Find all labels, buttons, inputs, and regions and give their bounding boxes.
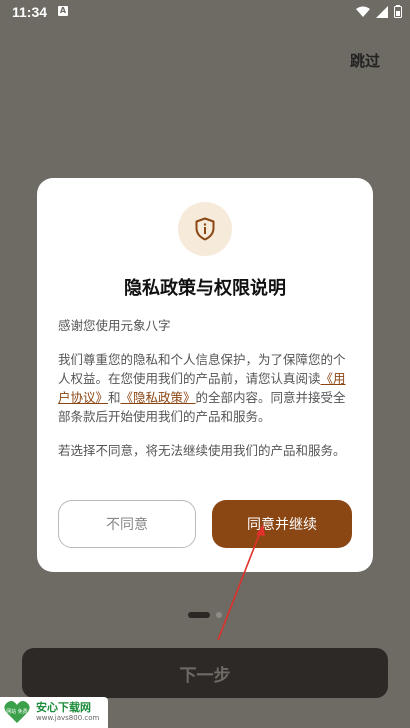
dialog-icon-badge (178, 202, 232, 256)
page-dot (216, 612, 222, 618)
status-time: 11:34 (12, 4, 48, 20)
status-bar: 11:34 A (0, 0, 410, 24)
privacy-dialog: 隐私政策与权限说明 感谢您使用元象八字 我们尊重您的隐私和个人信息保护，为了保障… (37, 178, 373, 572)
greeting-text: 感谢您使用元象八字 (58, 318, 171, 333)
svg-text:网站 免费: 网站 免费 (6, 708, 28, 715)
next-step-button[interactable]: 下一步 (22, 648, 388, 698)
dialog-body: 感谢您使用元象八字 我们尊重您的隐私和个人信息保护，为了保障您的个人权益。在您使… (58, 316, 354, 475)
battery-icon (394, 5, 402, 18)
decline-button[interactable]: 不同意 (58, 500, 196, 548)
disagree-note: 若选择不同意，将无法继续使用我们的产品和服务。 (58, 443, 346, 458)
policy-text-prefix: 我们尊重您的隐私和个人信息保护，为了保障您的个人权益。在您使用我们的产品前，请您… (58, 352, 346, 386)
heart-logo-icon: 网站 免费 (4, 701, 30, 723)
skip-link[interactable]: 跳过 (350, 50, 380, 71)
watermark: 网站 免费 安心下载网 www.javs800.com (0, 697, 108, 728)
wifi-icon (356, 6, 370, 17)
shield-info-icon (195, 217, 215, 241)
privacy-policy-link[interactable]: 《隐私政策》 (121, 390, 196, 405)
policy-text-and: 和 (108, 390, 121, 405)
page-indicator (188, 612, 222, 618)
dialog-title: 隐私政策与权限说明 (124, 278, 286, 299)
agree-continue-button[interactable]: 同意并继续 (212, 500, 352, 548)
watermark-title: 安心下载网 (36, 701, 91, 714)
signal-icon (376, 5, 388, 18)
status-icons (356, 5, 402, 18)
watermark-url: www.javs800.com (36, 714, 100, 722)
policy-paragraph: 我们尊重您的隐私和个人信息保护，为了保障您的个人权益。在您使用我们的产品前，请您… (58, 350, 354, 426)
notification-icon: A (58, 6, 68, 16)
page-dot-active (188, 612, 210, 618)
